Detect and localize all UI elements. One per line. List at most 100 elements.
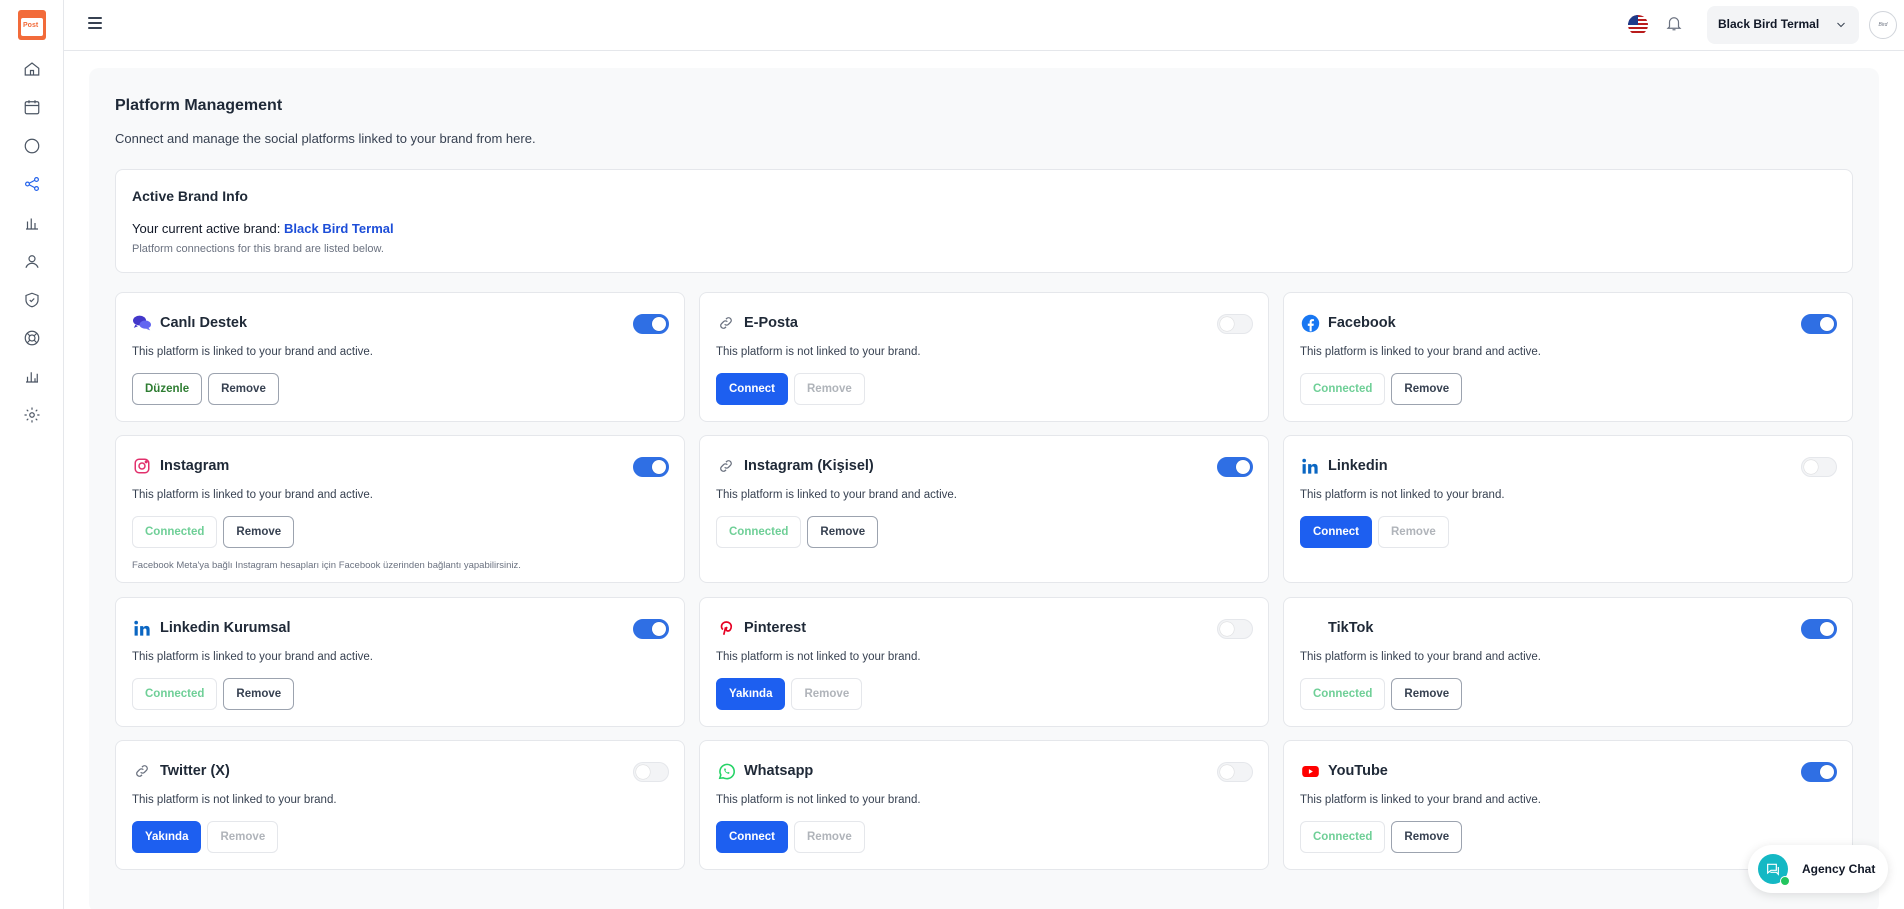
remove-button[interactable]: Remove xyxy=(1391,373,1463,405)
platform-name: TikTok xyxy=(1328,620,1374,636)
link-icon xyxy=(716,456,736,476)
link-icon xyxy=(716,313,736,333)
remove-button[interactable]: Remove xyxy=(1391,821,1463,853)
platform-name: YouTube xyxy=(1328,763,1388,779)
connected-button[interactable]: Connected xyxy=(1300,821,1386,853)
avatar[interactable]: Bird xyxy=(1869,11,1897,39)
facebook-icon xyxy=(1300,313,1320,333)
us-flag-icon[interactable] xyxy=(1628,15,1648,35)
remove-button[interactable]: Remove xyxy=(1378,516,1449,548)
youtube-icon xyxy=(1300,761,1320,781)
remove-button[interactable]: Remove xyxy=(794,373,865,405)
connect-button[interactable]: Connect xyxy=(716,373,788,405)
platform-name: Whatsapp xyxy=(744,763,814,779)
platform-actions: Düzenle Remove xyxy=(132,373,279,405)
gear-icon[interactable] xyxy=(21,404,43,426)
remove-button[interactable]: Remove xyxy=(794,821,865,853)
platform-card: Facebook This platform is linked to your … xyxy=(1283,292,1853,422)
connected-button[interactable]: Connected xyxy=(132,516,218,548)
brand-select-label: Black Bird Termal xyxy=(1718,17,1820,31)
home-icon[interactable] xyxy=(21,58,43,80)
platform-status: This platform is linked to your brand an… xyxy=(132,651,373,663)
remove-button[interactable]: Remove xyxy=(208,373,279,405)
chevron-down-icon xyxy=(1837,22,1845,28)
connected-button[interactable]: Connected xyxy=(132,678,218,710)
sidebar: Post xyxy=(0,0,64,909)
platform-toggle[interactable] xyxy=(1801,314,1837,334)
platform-toggle[interactable] xyxy=(633,457,669,477)
current-brand-label: Your current active brand: xyxy=(132,221,281,236)
bell-icon[interactable] xyxy=(1665,14,1687,36)
bar-chart-icon[interactable] xyxy=(21,212,43,234)
support-icon[interactable] xyxy=(21,327,43,349)
hamburger-menu-icon[interactable] xyxy=(84,14,106,36)
link-icon xyxy=(132,761,152,781)
platform-toggle[interactable] xyxy=(633,314,669,334)
main-panel: Platform Management Connect and manage t… xyxy=(89,68,1879,909)
connected-button[interactable]: Connected xyxy=(1300,678,1386,710)
remove-button[interactable]: Remove xyxy=(223,516,295,548)
agency-chat-widget[interactable]: Agency Chat xyxy=(1748,845,1888,893)
remove-button[interactable]: Remove xyxy=(1391,678,1463,710)
platform-card: Linkedin Kurumsal This platform is linked… xyxy=(115,597,685,727)
current-brand-name[interactable]: Black Bird Termal xyxy=(284,221,394,236)
remove-button[interactable]: Remove xyxy=(207,821,279,853)
shield-icon[interactable] xyxy=(21,289,43,311)
platform-name: Canlı Destek xyxy=(160,315,248,331)
brand-info-heading: Active Brand Info xyxy=(132,188,248,204)
platform-actions: Connected Remove xyxy=(132,678,295,710)
platform-toggle[interactable] xyxy=(1217,314,1253,334)
connected-button[interactable]: Connected xyxy=(1300,373,1386,405)
platform-toggle[interactable] xyxy=(1217,619,1253,639)
platform-status: This platform is linked to your brand an… xyxy=(716,489,957,501)
platform-toggle[interactable] xyxy=(633,762,669,782)
edit-button[interactable]: Düzenle xyxy=(132,373,203,405)
app-logo[interactable]: Post xyxy=(18,10,46,40)
connected-button[interactable]: Connected xyxy=(716,516,802,548)
platform-note: Facebook Meta'ya bağlı Instagram hesapla… xyxy=(132,560,521,571)
whatsapp-icon xyxy=(716,761,736,781)
platform-actions: Connected Remove xyxy=(1300,373,1463,405)
platform-status: This platform is not linked to your bran… xyxy=(132,794,337,806)
calendar-icon[interactable] xyxy=(21,96,43,118)
platform-status: This platform is not linked to your bran… xyxy=(716,794,921,806)
connect-button[interactable]: Yakında xyxy=(132,821,202,853)
logo-text: Post xyxy=(23,22,39,29)
platform-status: This platform is not linked to your bran… xyxy=(716,346,921,358)
platform-name: Pinterest xyxy=(744,620,807,636)
remove-button[interactable]: Remove xyxy=(223,678,295,710)
platform-name: Linkedin xyxy=(1328,458,1388,474)
platform-actions: Connected Remove xyxy=(1300,678,1463,710)
brand-select-dropdown[interactable]: Black Bird Termal xyxy=(1707,6,1859,44)
remove-button[interactable]: Remove xyxy=(807,516,879,548)
platform-card: Pinterest This platform is not linked to … xyxy=(699,597,1269,727)
linkedin-icon xyxy=(132,618,152,638)
platform-toggle[interactable] xyxy=(1217,457,1253,477)
platform-toggle[interactable] xyxy=(1801,762,1837,782)
platform-actions: Connected Remove xyxy=(132,516,295,548)
platform-toggle[interactable] xyxy=(1801,457,1837,477)
instagram-icon xyxy=(132,456,152,476)
remove-button[interactable]: Remove xyxy=(791,678,863,710)
page-title: Platform Management xyxy=(115,97,283,114)
chat-icon[interactable] xyxy=(21,135,43,157)
platform-status: This platform is linked to your brand an… xyxy=(1300,346,1541,358)
platform-status: This platform is not linked to your bran… xyxy=(716,651,921,663)
platform-toggle[interactable] xyxy=(1217,762,1253,782)
platform-status: This platform is not linked to your bran… xyxy=(1300,489,1505,501)
platform-name: Instagram xyxy=(160,458,230,474)
platform-actions: Connected Remove xyxy=(1300,821,1463,853)
user-icon[interactable] xyxy=(21,250,43,272)
platform-card: Instagram (Kişisel) This platform is link… xyxy=(699,435,1269,583)
platform-toggle[interactable] xyxy=(633,619,669,639)
platform-toggle[interactable] xyxy=(1801,619,1837,639)
connect-button[interactable]: Connect xyxy=(716,821,788,853)
connect-button[interactable]: Connect xyxy=(1300,516,1372,548)
platform-actions: Connected Remove xyxy=(716,516,879,548)
chat-bubbles-icon xyxy=(132,313,152,333)
page-subtitle: Connect and manage the social platforms … xyxy=(115,131,536,146)
analytics-icon[interactable] xyxy=(21,365,43,387)
share-icon[interactable] xyxy=(21,173,43,195)
avatar-text: Bird xyxy=(1878,22,1888,28)
connect-button[interactable]: Yakında xyxy=(716,678,786,710)
